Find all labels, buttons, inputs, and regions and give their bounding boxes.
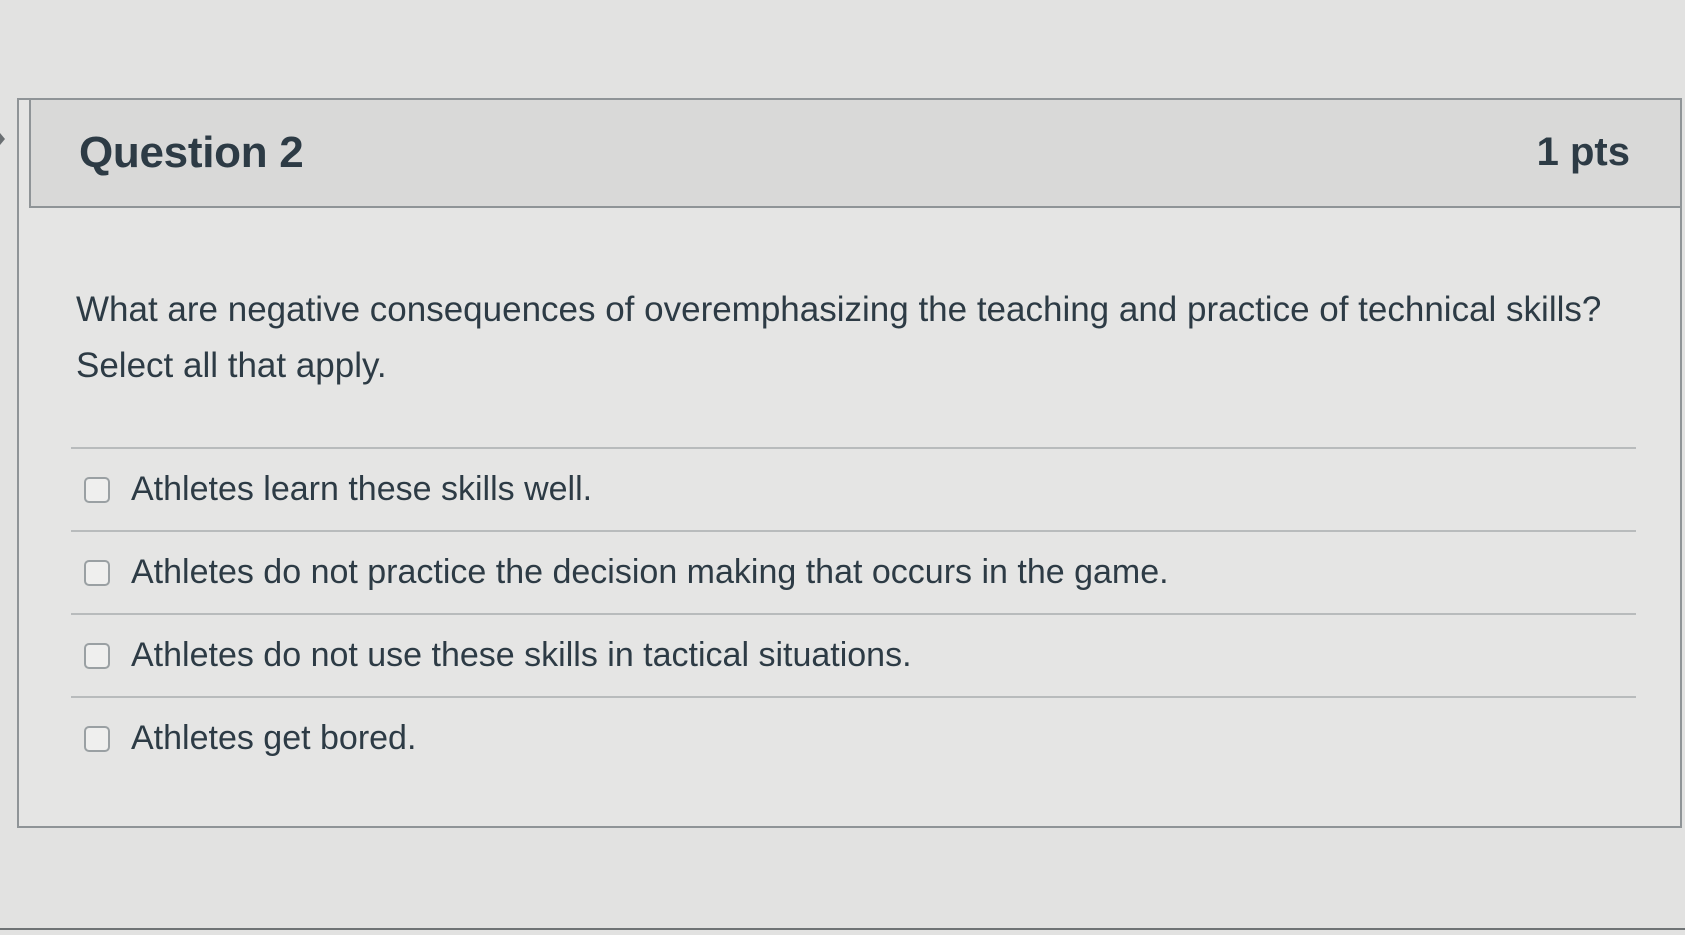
answer-label[interactable]: Athletes learn these skills well. — [131, 469, 592, 509]
answer-option-1[interactable]: Athletes learn these skills well. — [71, 447, 1636, 530]
answer-option-3[interactable]: Athletes do not use these skills in tact… — [71, 613, 1636, 696]
answer-list: Athletes learn these skills well. Athlet… — [71, 447, 1636, 779]
answer-label[interactable]: Athletes get bored. — [131, 718, 416, 758]
side-arrow-icon — [0, 133, 5, 145]
answer-label[interactable]: Athletes do not practice the decision ma… — [131, 552, 1169, 592]
checkbox[interactable] — [84, 477, 110, 503]
question-card: Question 2 1 pts What are negative conse… — [17, 98, 1682, 828]
question-title: Question 2 — [79, 128, 304, 177]
question-points: 1 pts — [1536, 130, 1630, 174]
checkbox[interactable] — [84, 726, 110, 752]
answer-label[interactable]: Athletes do not use these skills in tact… — [131, 635, 912, 675]
page-edge-divider — [0, 928, 1685, 930]
checkbox[interactable] — [84, 643, 110, 669]
question-header: Question 2 1 pts — [29, 100, 1680, 208]
answer-option-4[interactable]: Athletes get bored. — [71, 696, 1636, 779]
checkbox[interactable] — [84, 560, 110, 586]
question-text: What are negative consequences of overem… — [76, 290, 1602, 385]
answer-option-2[interactable]: Athletes do not practice the decision ma… — [71, 530, 1636, 613]
